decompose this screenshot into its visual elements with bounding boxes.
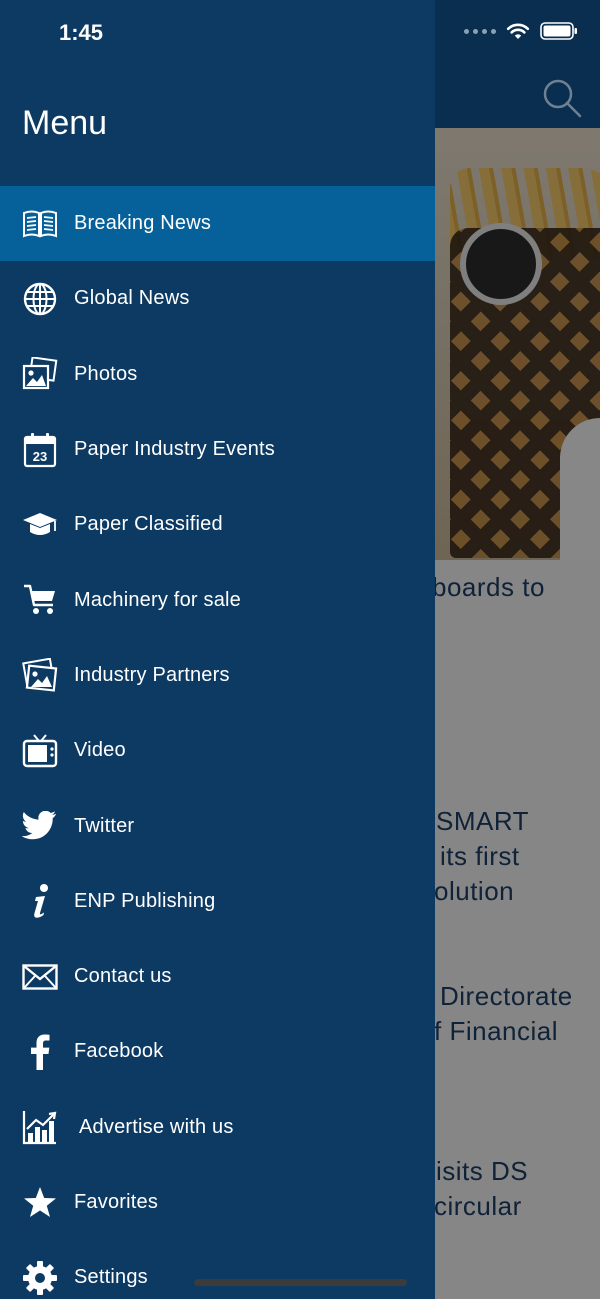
menu-item-label: Industry Partners	[74, 663, 230, 686]
battery-icon	[540, 22, 577, 40]
menu-item-photos[interactable]: Photos	[0, 337, 435, 412]
menu-item-label: Machinery for sale	[74, 588, 241, 611]
menu-item-label: Paper Industry Events	[74, 438, 275, 461]
menu-item-label: Breaking News	[74, 212, 212, 235]
svg-text:23: 23	[33, 449, 47, 464]
menu-item-paper-classified[interactable]: Paper Classified	[0, 487, 435, 562]
menu-item-paper-industry-events[interactable]: 23 Paper Industry Events	[0, 412, 435, 487]
wifi-icon	[506, 23, 530, 39]
star-icon	[22, 1185, 58, 1221]
menu-item-contact-us[interactable]: Contact us	[0, 939, 435, 1014]
menu-item-settings[interactable]: Settings	[0, 1240, 435, 1299]
menu-item-label: Twitter	[74, 814, 135, 837]
newspaper-icon	[22, 206, 58, 242]
menu-item-label: ENP Publishing	[74, 889, 216, 912]
partners-photo-icon	[22, 657, 58, 693]
menu-item-label: Settings	[74, 1266, 148, 1289]
menu-item-label: Favorites	[74, 1191, 159, 1213]
tv-icon	[22, 733, 58, 769]
menu-item-label: Global News	[74, 287, 190, 310]
menu-item-video[interactable]: Video	[0, 713, 435, 788]
cart-icon	[22, 582, 58, 618]
signal-dots-icon	[464, 28, 496, 34]
menu-item-label: Contact us	[74, 965, 172, 988]
menu-list: Breaking News Global News Photos 23 Pape…	[0, 186, 435, 1299]
menu-item-machinery-for-sale[interactable]: Machinery for sale	[0, 562, 435, 637]
home-indicator[interactable]	[194, 1279, 407, 1286]
menu-item-label: Facebook	[74, 1040, 164, 1063]
status-time: 1:45	[59, 20, 104, 45]
gear-icon	[22, 1260, 58, 1296]
menu-item-twitter[interactable]: Twitter	[0, 788, 435, 863]
chart-icon	[22, 1109, 58, 1145]
menu-item-facebook[interactable]: Facebook	[0, 1014, 435, 1089]
menu-item-global-news[interactable]: Global News	[0, 261, 435, 336]
info-icon	[22, 883, 58, 919]
twitter-bird-icon	[22, 808, 58, 844]
facebook-icon	[22, 1034, 58, 1070]
globe-icon	[22, 281, 58, 317]
side-drawer-menu: Menu Breaking News Global News Photos 23…	[0, 0, 435, 1299]
envelope-icon	[22, 959, 58, 995]
menu-item-label: Paper Classified	[74, 513, 223, 536]
menu-item-label: Photos	[74, 362, 138, 385]
menu-title: Menu	[22, 104, 108, 142]
menu-item-label: Advertise with us	[79, 1115, 234, 1138]
menu-item-advertise-with-us[interactable]: Advertise with us	[0, 1090, 435, 1165]
menu-item-favorites[interactable]: Favorites	[0, 1165, 435, 1240]
menu-item-label: Video	[74, 739, 126, 762]
photos-icon	[22, 356, 58, 392]
menu-item-breaking-news[interactable]: Breaking News	[0, 186, 435, 262]
menu-item-industry-partners[interactable]: Industry Partners	[0, 638, 435, 713]
graduation-cap-icon	[22, 507, 58, 543]
menu-item-enp-publishing[interactable]: ENP Publishing	[0, 864, 435, 939]
status-indicators	[464, 22, 578, 40]
calendar-icon: 23	[22, 432, 58, 468]
